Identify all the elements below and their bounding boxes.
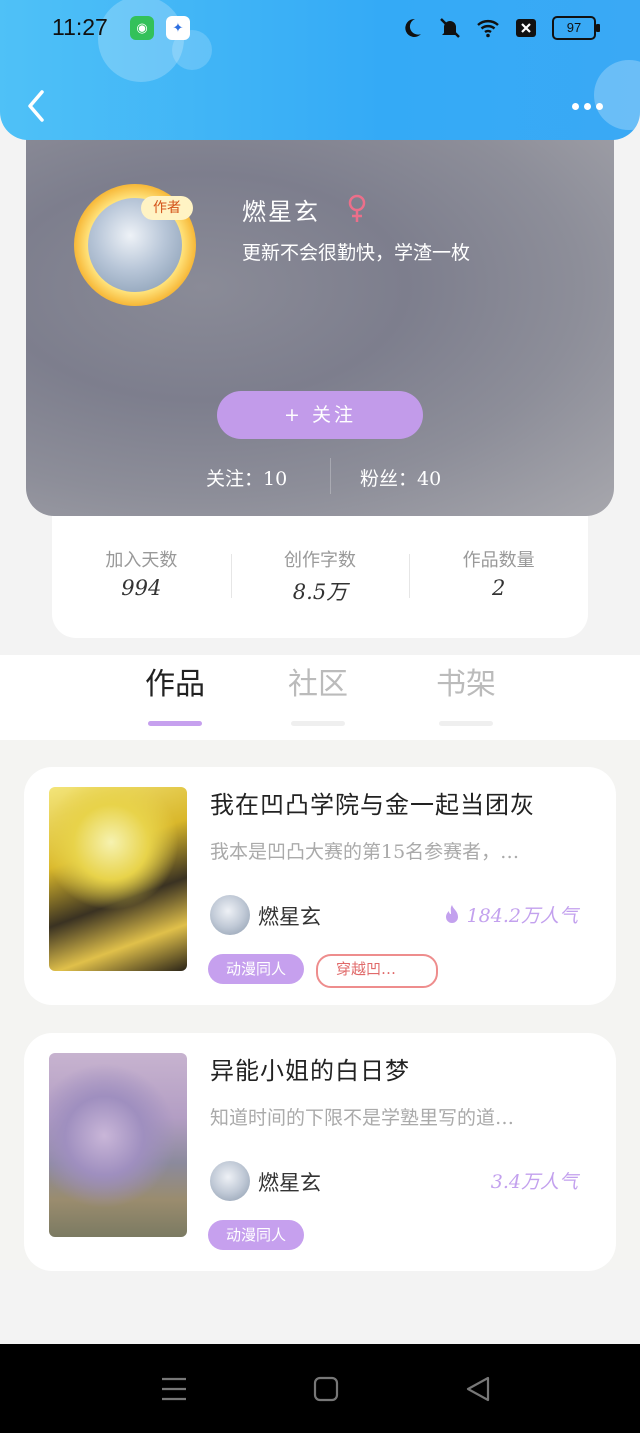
decorative-bubble xyxy=(594,60,640,130)
popularity-value: 3.4万人气 xyxy=(490,1171,578,1193)
tab-label: 作品 xyxy=(145,667,205,702)
tab-bookshelf[interactable]: 书架 xyxy=(406,659,526,726)
work-description: 知道时间的下限不是学塾里写的道… xyxy=(210,1107,515,1129)
work-popularity: 184.2万人气 xyxy=(443,901,578,928)
stat-works-count: 作品数量 2 xyxy=(409,516,588,638)
tab-indicator xyxy=(148,721,202,726)
followers-count[interactable]: 粉丝：40 xyxy=(360,464,441,491)
following-count[interactable]: 关注：10 xyxy=(206,464,287,491)
work-description: 我本是凹凸大赛的第15名参赛者，… xyxy=(210,841,520,863)
tag-chip[interactable]: 动漫同人 xyxy=(208,954,305,984)
book-cover[interactable] xyxy=(49,1053,187,1237)
back-triangle-icon[interactable] xyxy=(462,1374,494,1404)
tag-list: 动漫同人 xyxy=(208,1220,305,1250)
tab-indicator xyxy=(291,721,345,726)
book-cover[interactable] xyxy=(49,787,187,971)
stat-value: 2 xyxy=(491,576,506,600)
stat-label: 创作字数 xyxy=(284,550,356,571)
work-author: 燃星玄 xyxy=(258,905,321,929)
status-icons: 97 xyxy=(400,14,600,42)
stat-label: 作品数量 xyxy=(462,550,535,571)
tag-list: 动漫同人 穿越凹… xyxy=(208,954,439,988)
work-title[interactable]: 我在凹凸学院与金一起当团灰 xyxy=(210,785,535,820)
tab-community[interactable]: 社区 xyxy=(258,659,378,726)
moon-icon xyxy=(405,18,421,37)
stat-join-days: 加入天数 994 xyxy=(52,516,231,638)
baidu-app-icon: ✦ xyxy=(166,16,190,40)
stats-card: 加入天数 994 创作字数 8.5万 作品数量 2 xyxy=(52,516,588,638)
menu-icon[interactable] xyxy=(158,1374,190,1404)
stat-value: 8.5万 xyxy=(292,580,348,604)
green-app-icon: ◉ xyxy=(130,16,154,40)
bell-muted-icon xyxy=(440,18,460,38)
profile-card: 作者 燃星玄 更新不会很勤快，学渣一枚 + 关注 关注：10 粉丝：40 xyxy=(26,100,614,516)
work-card[interactable]: 异能小姐的白日梦 知道时间的下限不是学塾里写的道… 燃星玄 3.4万人气 动漫同… xyxy=(24,1033,616,1271)
tab-label: 书架 xyxy=(436,667,496,702)
stat-value: 994 xyxy=(121,576,162,600)
decorative-bubble xyxy=(98,0,184,82)
system-nav-bar xyxy=(0,1344,640,1433)
fire-icon xyxy=(445,904,458,923)
popularity-value: 184.2万人气 xyxy=(466,905,578,927)
status-time: 11:27 xyxy=(52,14,108,40)
chevron-left-icon[interactable] xyxy=(22,88,52,124)
work-title[interactable]: 异能小姐的白日梦 xyxy=(210,1051,410,1086)
battery-level: 97 xyxy=(566,20,582,35)
tab-works[interactable]: 作品 xyxy=(115,659,235,726)
work-author: 燃星玄 xyxy=(258,1171,321,1195)
work-popularity: 3.4万人气 xyxy=(491,1167,578,1194)
author-avatar xyxy=(210,1161,250,1201)
battery-icon: 97 xyxy=(552,16,600,40)
profile-name: 燃星玄 xyxy=(242,198,320,226)
more-dots-icon[interactable] xyxy=(572,98,612,114)
tag-chip[interactable]: 穿越凹… xyxy=(316,954,439,988)
stat-label: 加入天数 xyxy=(105,550,178,571)
tab-bar: 作品 社区 书架 xyxy=(0,655,640,740)
follow-button[interactable]: + 关注 xyxy=(217,391,423,439)
author-badge: 作者 xyxy=(141,196,193,220)
wifi-icon xyxy=(477,20,499,38)
tab-label: 社区 xyxy=(288,667,348,702)
work-card[interactable]: 我在凹凸学院与金一起当团灰 我本是凹凸大赛的第15名参赛者，… 燃星玄 184.… xyxy=(24,767,616,1005)
female-icon xyxy=(348,194,366,222)
sim-x-icon xyxy=(516,19,536,37)
author-avatar xyxy=(210,895,250,935)
top-bar: 11:27 ◉ ✦ 97 xyxy=(0,0,640,140)
home-icon[interactable] xyxy=(310,1374,342,1404)
divider xyxy=(330,458,331,494)
stat-word-count: 创作字数 8.5万 xyxy=(230,516,410,638)
profile-bio: 更新不会很勤快，学渣一枚 xyxy=(242,242,471,264)
tag-chip[interactable]: 动漫同人 xyxy=(208,1220,305,1250)
tab-indicator xyxy=(439,721,493,726)
